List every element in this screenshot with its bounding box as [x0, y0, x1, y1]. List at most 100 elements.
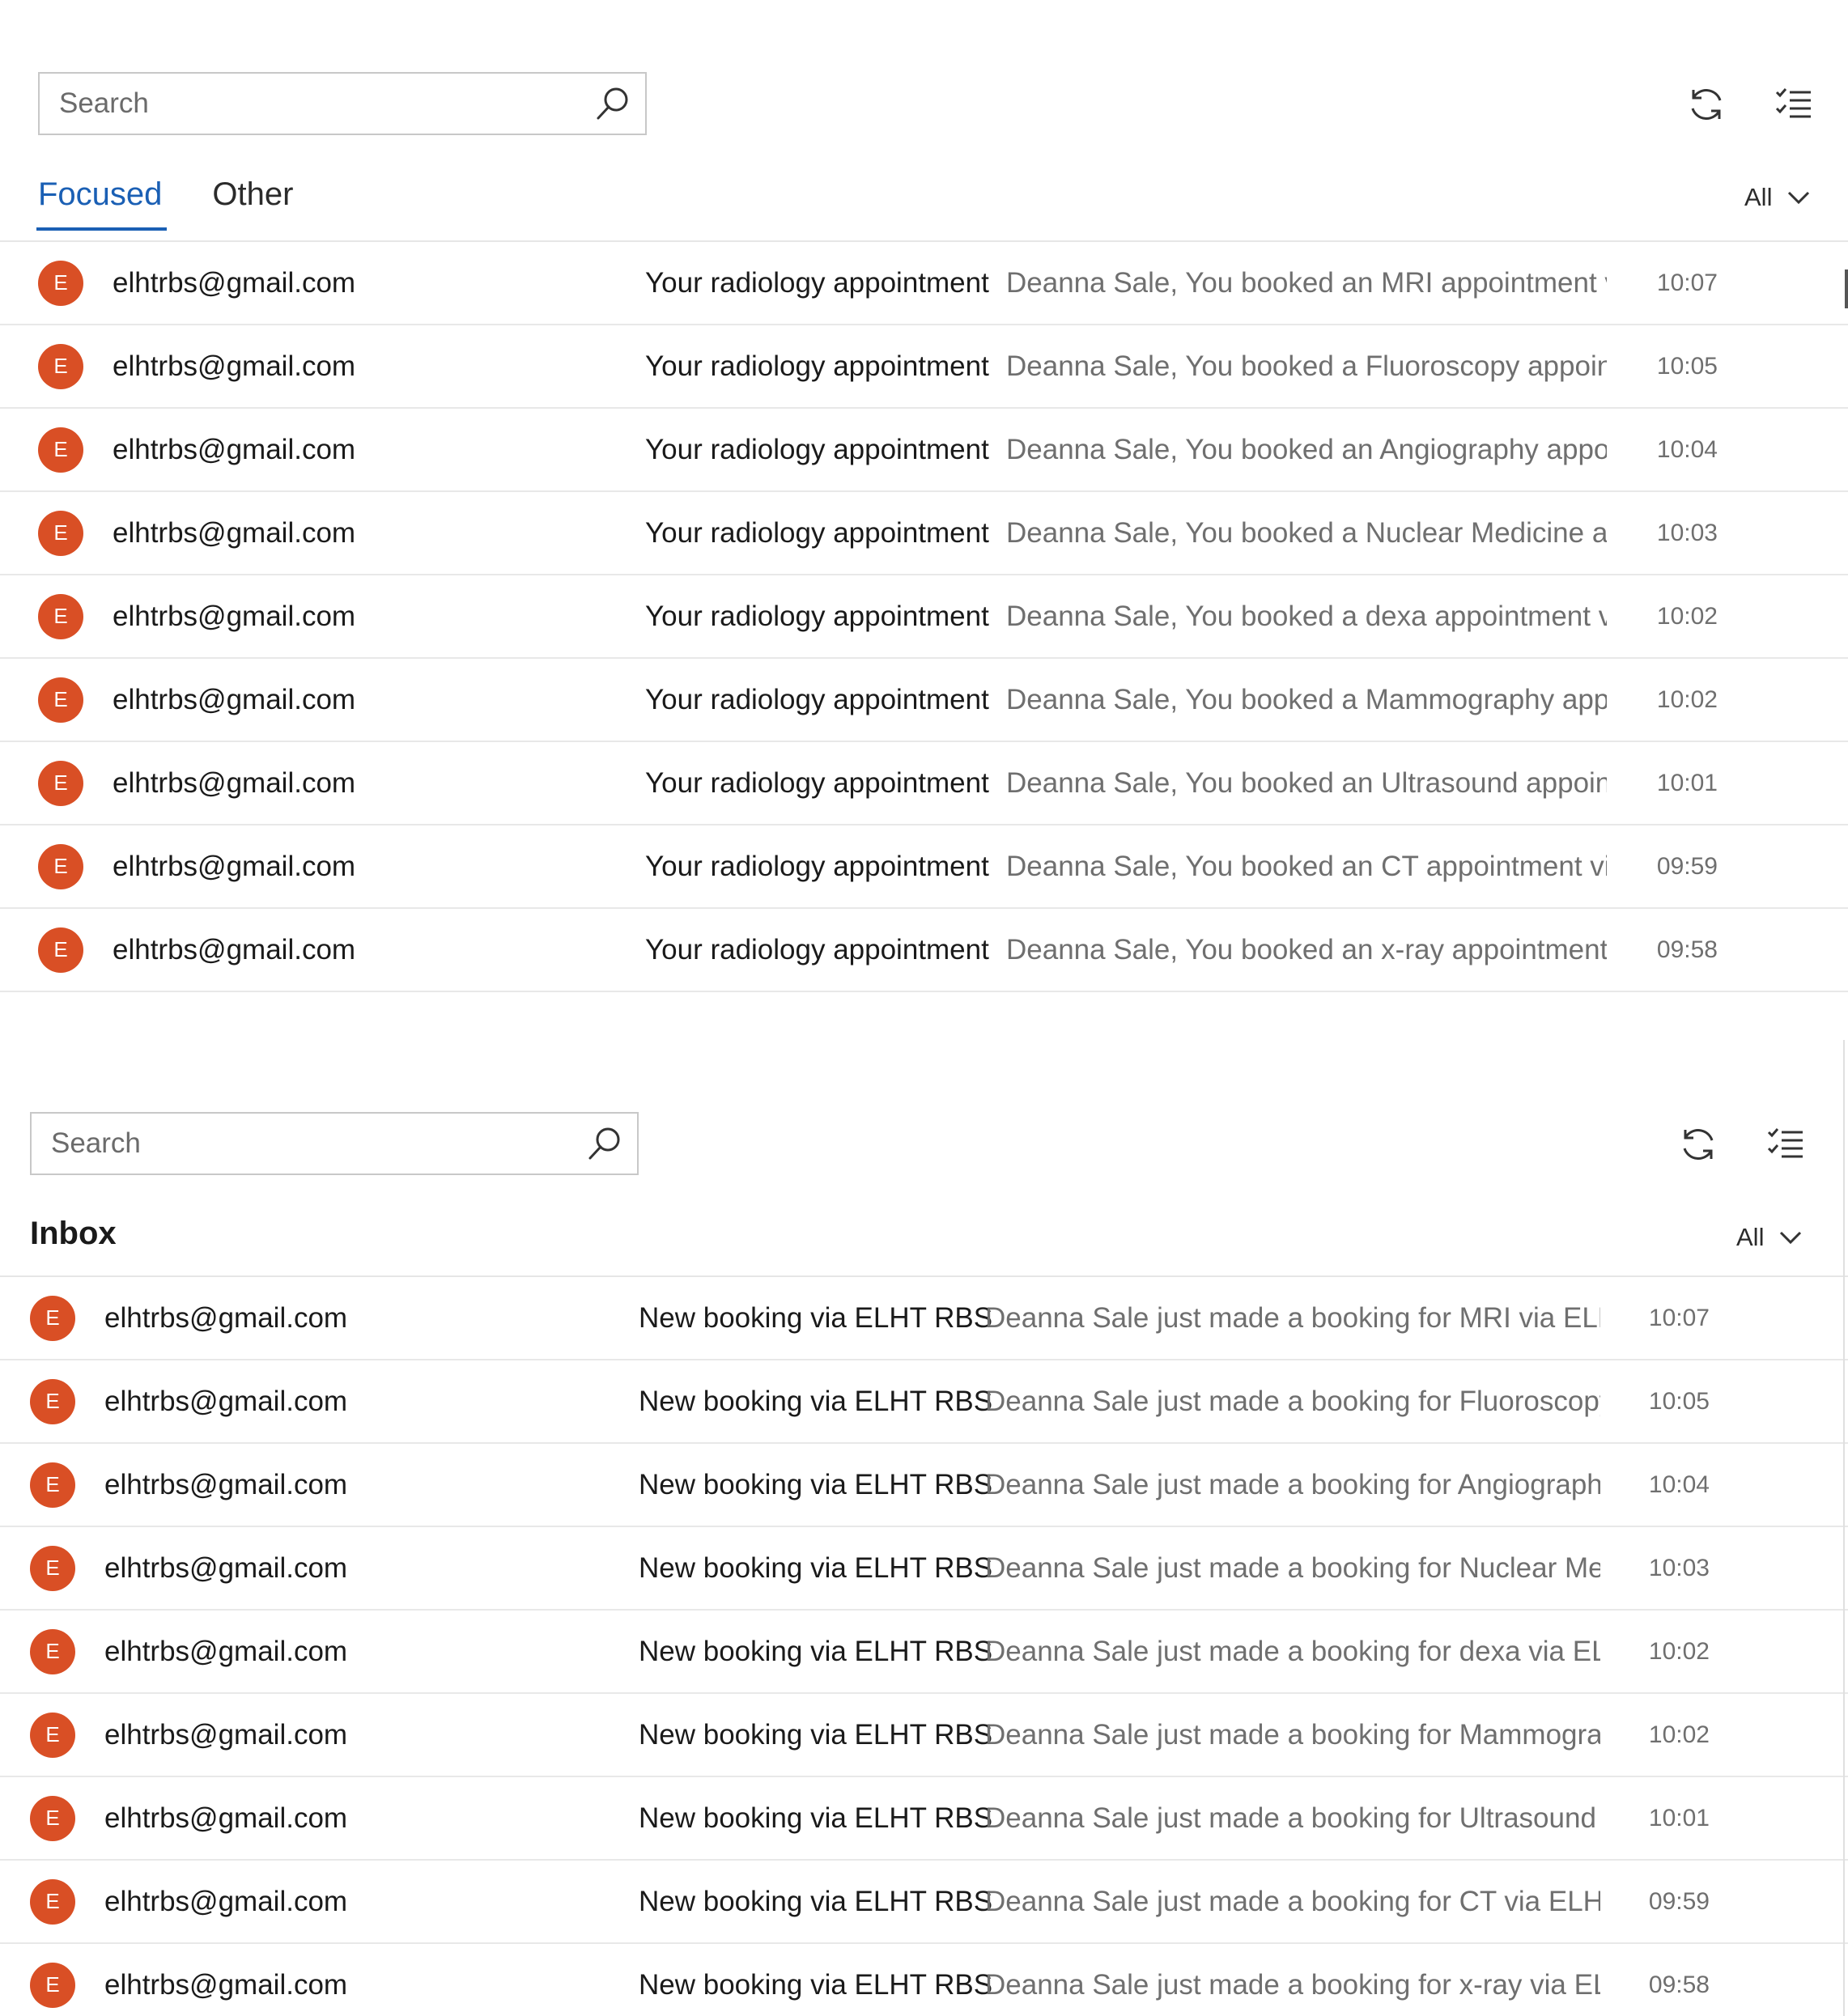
message-row[interactable]: Eelhtrbs@gmail.com New booking via ELHT R…	[0, 1944, 1848, 2016]
panel-divider	[1843, 1040, 1845, 2016]
message-subject: New booking via ELHT RBS	[639, 1551, 993, 1584]
message-row[interactable]: Eelhtrbs@gmail.com New booking via ELHT R…	[0, 1527, 1848, 1611]
message-subject: Your radiology appointment	[645, 600, 989, 632]
select-mode-icon[interactable]	[1760, 1118, 1812, 1170]
message-preview: Deanna Sale just made a booking for CT v…	[985, 1885, 1600, 1917]
message-row[interactable]: Eelhtrbs@gmail.com Your radiology appoint…	[0, 742, 1848, 825]
message-subject: New booking via ELHT RBS	[639, 1718, 993, 1751]
message-time: 09:59	[1648, 1887, 1710, 1915]
message-row[interactable]: Eelhtrbs@gmail.com New booking via ELHT R…	[0, 1861, 1848, 1944]
tab-focused[interactable]: Focused	[36, 176, 168, 231]
search-input[interactable]: Search	[38, 72, 647, 135]
sender-avatar: E	[30, 1712, 75, 1758]
message-subject: New booking via ELHT RBS	[639, 1885, 993, 1917]
message-row[interactable]: Eelhtrbs@gmail.com New booking via ELHT R…	[0, 1444, 1848, 1527]
filter-label: All	[1736, 1223, 1765, 1251]
refresh-icon[interactable]	[1680, 79, 1732, 130]
message-row[interactable]: Eelhtrbs@gmail.com Your radiology appoint…	[0, 575, 1848, 659]
folder-heading: Inbox	[30, 1216, 117, 1251]
chevron-down-icon	[1786, 189, 1811, 206]
message-subject: Your radiology appointment	[645, 683, 989, 715]
refresh-icon[interactable]	[1672, 1118, 1724, 1170]
message-row[interactable]: Eelhtrbs@gmail.com New booking via ELHT R…	[0, 1360, 1848, 1444]
message-row[interactable]: Eelhtrbs@gmail.com Your radiology appoint…	[0, 409, 1848, 492]
message-row[interactable]: Eelhtrbs@gmail.com New booking via ELHT R…	[0, 1611, 1848, 1694]
search-icon[interactable]	[572, 1114, 637, 1174]
message-subject: New booking via ELHT RBS	[639, 1385, 993, 1417]
message-time: 10:02	[1648, 1721, 1710, 1748]
tab-bar: Focused Other	[36, 176, 343, 231]
message-row[interactable]: Eelhtrbs@gmail.com Your radiology appoint…	[0, 492, 1848, 575]
sender-avatar: E	[38, 843, 83, 889]
message-time: 10:05	[1648, 1387, 1710, 1415]
sender-avatar: E	[30, 1962, 75, 2008]
tab-other[interactable]: Other	[212, 176, 293, 231]
message-time: 10:07	[1648, 1304, 1710, 1331]
sender-avatar: E	[38, 510, 83, 556]
chevron-down-icon	[1778, 1229, 1803, 1246]
message-time: 10:04	[1656, 435, 1718, 463]
filter-dropdown[interactable]: All	[1744, 183, 1811, 212]
sender-name: elhtrbs@gmail.com	[113, 933, 356, 966]
message-time: 10:02	[1656, 685, 1718, 713]
search-input[interactable]: Search	[30, 1112, 639, 1175]
message-preview: Deanna Sale, You booked an x-ray appoint…	[1006, 933, 1607, 966]
message-row[interactable]: Eelhtrbs@gmail.com New booking via ELHT R…	[0, 1694, 1848, 1777]
message-subject: Your radiology appointment	[645, 850, 989, 882]
message-subject: Your radiology appointment	[645, 433, 989, 465]
message-row[interactable]: Eelhtrbs@gmail.com Your radiology appoint…	[0, 659, 1848, 742]
message-subject: Your radiology appointment	[645, 933, 989, 966]
sender-avatar: E	[30, 1878, 75, 1925]
sender-avatar: E	[30, 1795, 75, 1841]
sender-name: elhtrbs@gmail.com	[113, 433, 356, 465]
message-time: 10:01	[1656, 769, 1718, 796]
sender-avatar: E	[38, 260, 83, 306]
sender-name: elhtrbs@gmail.com	[104, 1635, 348, 1667]
sender-name: elhtrbs@gmail.com	[113, 766, 356, 799]
message-preview: Deanna Sale just made a booking for Angi…	[985, 1468, 1600, 1500]
message-preview: Deanna Sale, You booked a dexa appointme…	[1006, 600, 1607, 632]
message-preview: Deanna Sale just made a booking for dexa…	[985, 1635, 1600, 1667]
sender-avatar: E	[30, 1545, 75, 1591]
message-time: 10:01	[1648, 1804, 1710, 1831]
mail-list-panel-focused: Search Focused Other All Eelhtrbs@gmail.…	[0, 0, 1848, 995]
message-subject: New booking via ELHT RBS	[639, 1468, 993, 1500]
message-row[interactable]: Eelhtrbs@gmail.com Your radiology appoint…	[0, 325, 1848, 409]
sender-name: elhtrbs@gmail.com	[104, 1885, 348, 1917]
scrollbar-thumb[interactable]	[1845, 270, 1848, 308]
message-subject: Your radiology appointment	[645, 516, 989, 549]
message-subject: New booking via ELHT RBS	[639, 1635, 993, 1667]
sender-name: elhtrbs@gmail.com	[113, 600, 356, 632]
message-preview: Deanna Sale just made a booking for Mamm…	[985, 1718, 1600, 1751]
message-subject: Your radiology appointment	[645, 766, 989, 799]
message-time: 10:02	[1648, 1637, 1710, 1665]
message-time: 10:07	[1656, 269, 1718, 296]
message-time: 10:04	[1648, 1471, 1710, 1498]
sender-avatar: E	[38, 760, 83, 806]
sender-name: elhtrbs@gmail.com	[104, 1301, 348, 1334]
message-row[interactable]: Eelhtrbs@gmail.com New booking via ELHT R…	[0, 1777, 1848, 1861]
message-preview: Deanna Sale, You booked a Mammography ap…	[1006, 683, 1607, 715]
sender-avatar: E	[38, 343, 83, 389]
message-preview: Deanna Sale, You booked an MRI appointme…	[1006, 266, 1607, 299]
filter-dropdown[interactable]: All	[1736, 1223, 1803, 1252]
sender-avatar: E	[38, 927, 83, 973]
sender-name: elhtrbs@gmail.com	[104, 1968, 348, 2001]
sender-avatar: E	[30, 1462, 75, 1508]
message-time: 10:03	[1656, 519, 1718, 546]
search-icon[interactable]	[580, 74, 645, 134]
message-preview: Deanna Sale, You booked a Nuclear Medici…	[1006, 516, 1607, 549]
message-preview: Deanna Sale just made a booking for Fluo…	[985, 1385, 1600, 1417]
message-row[interactable]: Eelhtrbs@gmail.com Your radiology appoint…	[0, 825, 1848, 909]
message-subject: New booking via ELHT RBS	[639, 1968, 993, 2001]
filter-label: All	[1744, 183, 1773, 211]
message-row[interactable]: Eelhtrbs@gmail.com Your radiology appoint…	[0, 909, 1848, 992]
message-row[interactable]: Eelhtrbs@gmail.com Your radiology appoint…	[0, 242, 1848, 325]
message-time: 09:59	[1656, 852, 1718, 880]
select-mode-icon[interactable]	[1768, 79, 1820, 130]
sender-name: elhtrbs@gmail.com	[113, 850, 356, 882]
sender-avatar: E	[30, 1628, 75, 1674]
message-time: 10:05	[1656, 352, 1718, 380]
sender-name: elhtrbs@gmail.com	[104, 1551, 348, 1584]
message-row[interactable]: Eelhtrbs@gmail.com New booking via ELHT R…	[0, 1277, 1848, 1360]
